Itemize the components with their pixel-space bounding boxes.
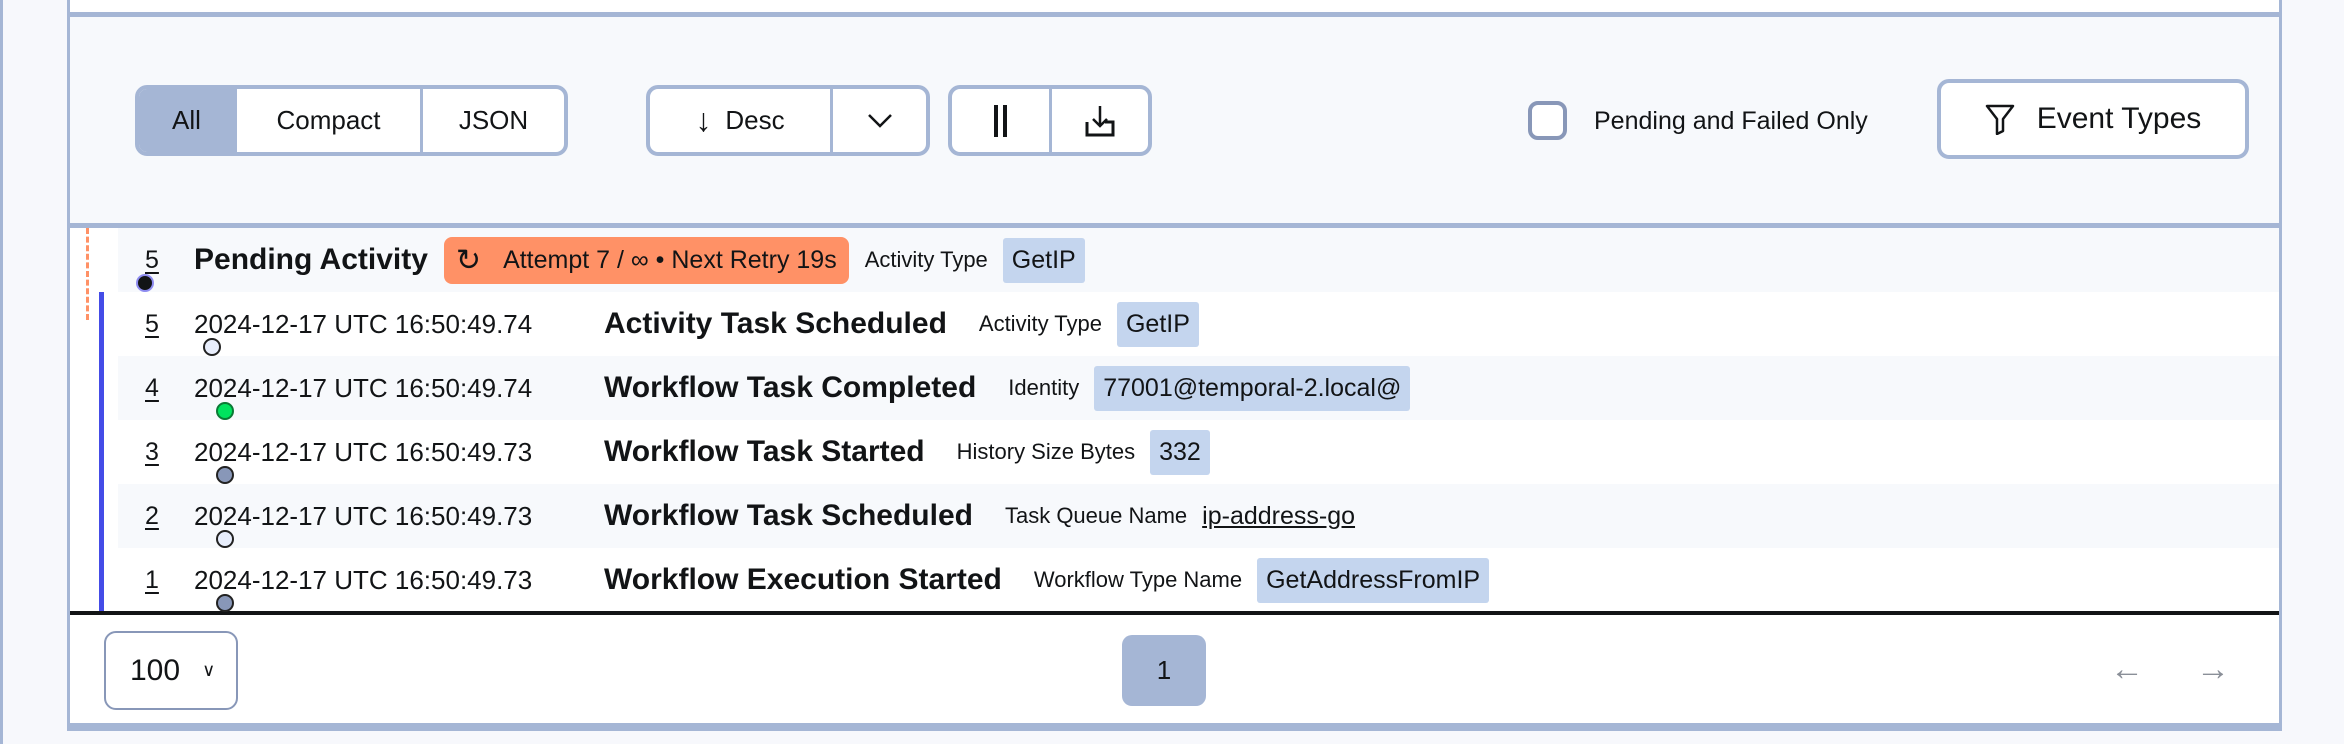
event-id-link[interactable]: 1 <box>145 566 194 595</box>
event-history-card: All Compact JSON ↓ Desc Pending and Fail… <box>67 0 2282 731</box>
field-value: GetIP <box>1116 301 1199 347</box>
event-title: Workflow Execution Started <box>604 563 1002 596</box>
next-page-icon[interactable]: → <box>2196 650 2230 689</box>
event-timestamp: 2024-12-17 UTC 16:50:49.74 <box>194 372 533 403</box>
task-queue-link[interactable]: ip-address-go <box>1202 502 1355 531</box>
field-label: Workflow Type Name <box>1033 567 1243 592</box>
scheduled-dot-icon <box>216 530 234 548</box>
event-row[interactable]: 2 2024-12-17 UTC 16:50:49.73 Workflow Ta… <box>70 484 2279 548</box>
event-id-link[interactable]: 5 <box>145 246 194 275</box>
retry-badge-text: Attempt 7 / ∞ • Next Retry 19s <box>503 245 837 274</box>
view-all-button[interactable]: All <box>139 89 237 152</box>
filter-icon <box>1985 104 2014 135</box>
retry-icon: ↻ <box>455 243 482 277</box>
field-label: Identity <box>1008 375 1080 400</box>
event-list: 5 Pending Activity ↻ Attempt 7 / ∞ • Nex… <box>70 228 2279 612</box>
pause-button[interactable] <box>952 89 1052 152</box>
event-id-link[interactable]: 4 <box>145 374 194 403</box>
pending-failed-only-checkbox[interactable] <box>1528 101 1567 140</box>
started-dot-icon <box>216 594 234 612</box>
field-value: 332 <box>1150 429 1210 475</box>
chevron-down-icon: ∨ <box>202 660 216 680</box>
list-divider <box>70 611 2279 615</box>
sort-desc-button[interactable]: ↓ Desc <box>650 89 833 152</box>
sort-dropdown-button[interactable] <box>833 89 926 152</box>
event-title: Activity Task Scheduled <box>604 307 947 340</box>
page-size-select[interactable]: 100 ∨ <box>104 631 238 710</box>
toolbar: All Compact JSON ↓ Desc Pending and Fail… <box>70 12 2279 228</box>
arrow-down-icon: ↓ <box>695 102 712 138</box>
event-timestamp: 2024-12-17 UTC 16:50:49.73 <box>194 500 533 531</box>
pause-icon <box>993 104 1007 137</box>
outer-border <box>0 0 3 744</box>
field-label: History Size Bytes <box>956 439 1136 464</box>
pending-dot-icon <box>136 274 154 292</box>
page-size-value: 100 <box>130 653 181 687</box>
started-dot-icon <box>216 466 234 484</box>
sort-label: Desc <box>725 105 785 135</box>
scheduled-dot-icon <box>203 338 221 356</box>
completed-dot-icon <box>216 402 234 420</box>
field-label: Activity Type <box>864 247 988 272</box>
previous-page-icon[interactable]: ← <box>2110 650 2144 689</box>
view-mode-group: All Compact JSON <box>135 85 568 156</box>
pending-failed-only-label[interactable]: Pending and Failed Only <box>1594 107 1868 136</box>
view-compact-button[interactable]: Compact <box>237 89 423 152</box>
pending-activity-row[interactable]: 5 Pending Activity ↻ Attempt 7 / ∞ • Nex… <box>70 228 2279 292</box>
download-button[interactable] <box>1052 89 1148 152</box>
page-button-current[interactable]: 1 <box>1122 635 1206 706</box>
event-types-label: Event Types <box>2036 102 2202 135</box>
field-value: 77001@temporal-2.local@ <box>1094 365 1411 411</box>
field-label: Activity Type <box>978 311 1102 336</box>
field-value: GetIP <box>1002 237 1085 283</box>
event-timestamp: 2024-12-17 UTC 16:50:49.74 <box>194 308 533 339</box>
event-id-link[interactable]: 2 <box>145 502 194 531</box>
event-row[interactable]: 5 2024-12-17 UTC 16:50:49.74 Activity Ta… <box>70 292 2279 356</box>
actions-group <box>948 85 1152 156</box>
event-row[interactable]: 1 2024-12-17 UTC 16:50:49.73 Workflow Ex… <box>70 548 2279 612</box>
event-id-link[interactable]: 3 <box>145 438 194 467</box>
chevron-down-icon <box>867 113 892 128</box>
event-title: Workflow Task Started <box>604 435 925 468</box>
event-title: Workflow Task Scheduled <box>604 499 973 532</box>
event-types-button[interactable]: Event Types <box>1937 79 2249 159</box>
field-label: Task Queue Name <box>1004 503 1188 528</box>
sort-group: ↓ Desc <box>646 85 930 156</box>
event-row[interactable]: 4 2024-12-17 UTC 16:50:49.74 Workflow Ta… <box>70 356 2279 420</box>
event-timestamp: 2024-12-17 UTC 16:50:49.73 <box>194 564 533 595</box>
field-value: GetAddressFromIP <box>1257 557 1490 603</box>
event-id-link[interactable]: 5 <box>145 310 194 339</box>
event-row[interactable]: 3 2024-12-17 UTC 16:50:49.73 Workflow Ta… <box>70 420 2279 484</box>
event-timestamp: 2024-12-17 UTC 16:50:49.73 <box>194 436 533 467</box>
retry-badge: ↻ Attempt 7 / ∞ • Next Retry 19s <box>443 236 849 284</box>
download-icon <box>1085 105 1115 136</box>
event-title: Pending Activity <box>194 243 428 276</box>
view-json-button[interactable]: JSON <box>423 89 564 152</box>
event-title: Workflow Task Completed <box>604 371 977 404</box>
